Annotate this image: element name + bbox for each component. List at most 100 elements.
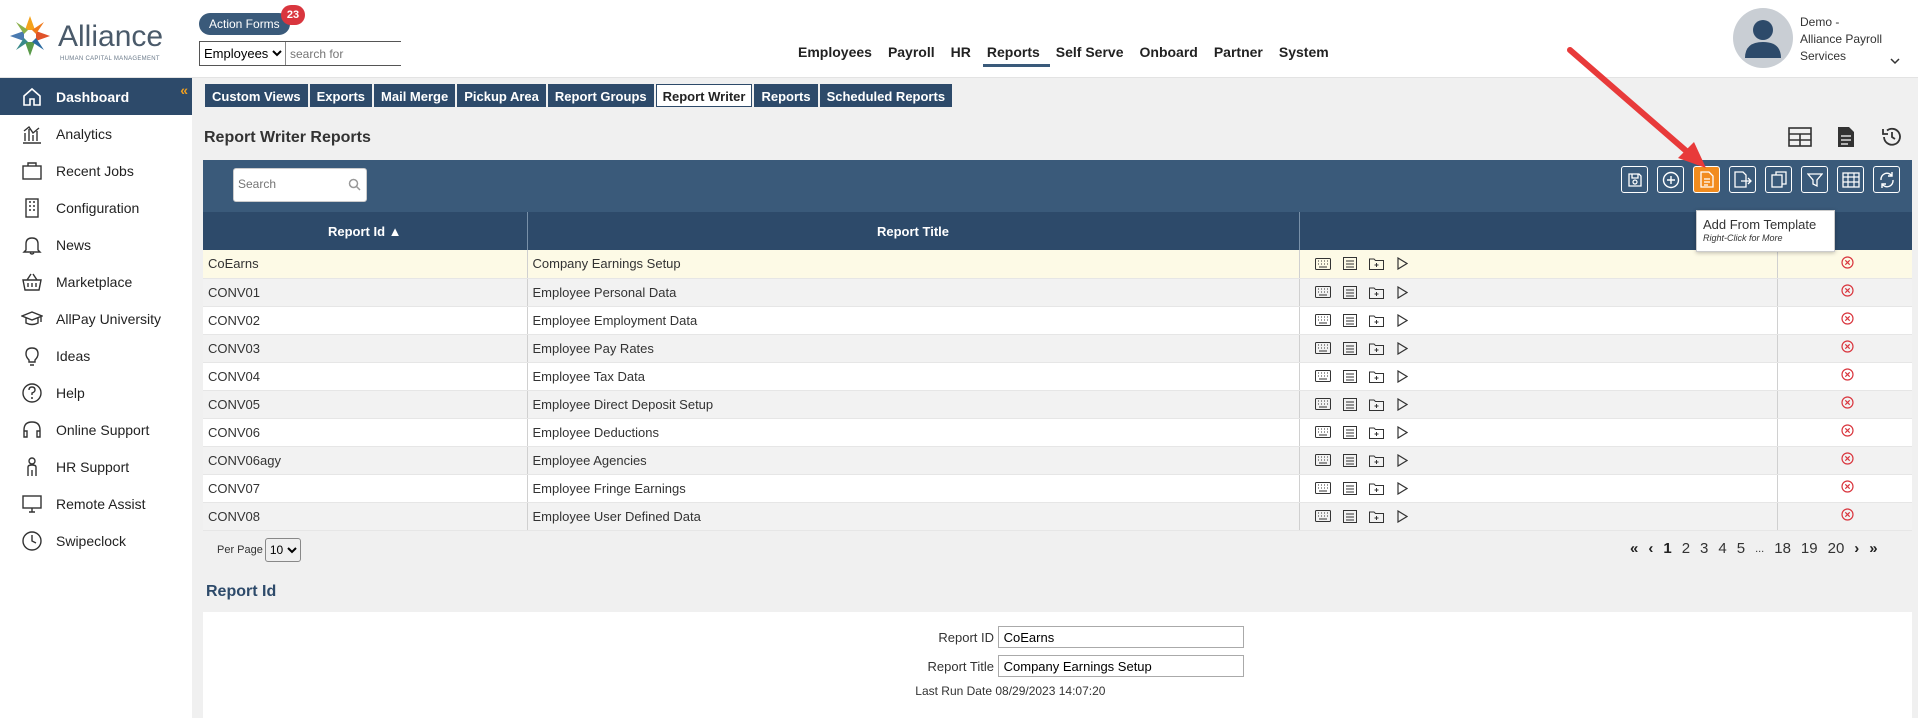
search-icon[interactable]	[348, 178, 361, 194]
delete-icon[interactable]	[1841, 396, 1854, 409]
keyboard-icon[interactable]	[1314, 342, 1331, 354]
page-link[interactable]: 1	[1663, 540, 1671, 557]
table-row[interactable]: CONV06agy Employee Agencies	[203, 446, 1912, 475]
table-row[interactable]: CONV08 Employee User Defined Data	[203, 502, 1912, 531]
cell-report-id[interactable]: CONV02	[203, 306, 528, 335]
play-icon[interactable]	[1396, 481, 1408, 495]
tab-reports[interactable]: Reports	[754, 84, 818, 107]
list-icon[interactable]	[1342, 285, 1357, 299]
sidebar-item-online-support[interactable]: Online Support	[0, 411, 192, 448]
page-link[interactable]: 19	[1801, 540, 1818, 557]
history-icon[interactable]	[1879, 124, 1905, 150]
nav-employees[interactable]: Employees	[790, 44, 880, 60]
tab-exports[interactable]: Exports	[309, 84, 373, 107]
keyboard-icon[interactable]	[1314, 286, 1331, 298]
cell-report-id[interactable]: CONV06agy	[203, 446, 528, 475]
page-link[interactable]: 20	[1828, 540, 1845, 557]
tab-custom-views[interactable]: Custom Views	[205, 84, 308, 107]
export-button[interactable]	[1729, 166, 1756, 193]
cell-report-id[interactable]: CoEarns	[203, 250, 528, 279]
keyboard-icon[interactable]	[1314, 370, 1331, 382]
nav-self-serve[interactable]: Self Serve	[1048, 44, 1132, 60]
cell-report-id[interactable]: CONV04	[203, 362, 528, 391]
delete-icon[interactable]	[1841, 284, 1854, 297]
list-icon[interactable]	[1342, 369, 1357, 383]
list-icon[interactable]	[1342, 257, 1357, 271]
delete-icon[interactable]	[1841, 312, 1854, 325]
cell-report-title[interactable]: Employee Agencies	[527, 446, 1300, 475]
cell-report-title[interactable]: Employee Deductions	[527, 418, 1300, 447]
page-link[interactable]: 4	[1718, 540, 1726, 557]
nav-onboard[interactable]: Onboard	[1132, 44, 1206, 60]
page-link[interactable]: 18	[1774, 540, 1791, 557]
grid-view-icon[interactable]	[1787, 124, 1813, 150]
sidebar-item-remote-assist[interactable]: Remote Assist	[0, 485, 192, 522]
play-icon[interactable]	[1396, 257, 1408, 271]
table-row[interactable]: CONV06 Employee Deductions	[203, 418, 1912, 447]
list-icon[interactable]	[1342, 509, 1357, 523]
nav-system[interactable]: System	[1271, 44, 1337, 60]
list-icon[interactable]	[1342, 313, 1357, 327]
table-row[interactable]: CONV01 Employee Personal Data	[203, 278, 1912, 307]
table-row[interactable]: CoEarns Company Earnings Setup	[203, 250, 1912, 279]
play-icon[interactable]	[1396, 369, 1408, 383]
play-icon[interactable]	[1396, 313, 1408, 327]
play-icon[interactable]	[1396, 509, 1408, 523]
tab-pickup-area[interactable]: Pickup Area	[457, 84, 546, 107]
tab-report-writer[interactable]: Report Writer	[655, 84, 753, 107]
cell-report-title[interactable]: Employee Tax Data	[527, 362, 1300, 391]
sidebar-item-dashboard[interactable]: Dashboard «	[0, 78, 192, 115]
keyboard-icon[interactable]	[1314, 482, 1331, 494]
column-header-report-title[interactable]: Report Title	[527, 212, 1300, 250]
page-link[interactable]: 2	[1682, 540, 1690, 557]
folder-icon[interactable]	[1368, 286, 1384, 299]
play-icon[interactable]	[1396, 425, 1408, 439]
sidebar-item-news[interactable]: News	[0, 226, 192, 263]
columns-button[interactable]	[1837, 166, 1864, 193]
document-icon[interactable]	[1833, 124, 1859, 150]
sidebar-item-analytics[interactable]: Analytics	[0, 115, 192, 152]
cell-report-title[interactable]: Employee User Defined Data	[527, 502, 1300, 531]
folder-icon[interactable]	[1368, 257, 1384, 271]
delete-icon[interactable]	[1841, 340, 1854, 353]
list-icon[interactable]	[1342, 425, 1357, 439]
folder-icon[interactable]	[1368, 342, 1384, 355]
list-icon[interactable]	[1342, 397, 1357, 411]
cell-report-id[interactable]: CONV05	[203, 390, 528, 419]
folder-icon[interactable]	[1368, 454, 1384, 467]
keyboard-icon[interactable]	[1314, 398, 1331, 410]
cell-report-title[interactable]: Company Earnings Setup	[527, 250, 1300, 279]
keyboard-icon[interactable]	[1314, 510, 1331, 522]
cell-report-title[interactable]: Employee Direct Deposit Setup	[527, 390, 1300, 419]
delete-icon[interactable]	[1841, 452, 1854, 465]
play-icon[interactable]	[1396, 397, 1408, 411]
table-row[interactable]: CONV07 Employee Fringe Earnings	[203, 474, 1912, 503]
alliance-logo[interactable]: Alliance HUMAN CAPITAL MANAGEMENT	[8, 14, 168, 62]
page-link[interactable]: 3	[1700, 540, 1708, 557]
cell-report-id[interactable]: CONV06	[203, 418, 528, 447]
chevron-down-icon[interactable]	[1890, 54, 1900, 68]
column-header-report-id[interactable]: Report Id ▲	[203, 212, 528, 250]
delete-icon[interactable]	[1841, 480, 1854, 493]
play-icon[interactable]	[1396, 285, 1408, 299]
cell-report-title[interactable]: Employee Pay Rates	[527, 334, 1300, 363]
folder-icon[interactable]	[1368, 314, 1384, 327]
folder-icon[interactable]	[1368, 370, 1384, 383]
delete-icon[interactable]	[1841, 368, 1854, 381]
list-icon[interactable]	[1342, 341, 1357, 355]
table-row[interactable]: CONV03 Employee Pay Rates	[203, 334, 1912, 363]
refresh-button[interactable]	[1873, 166, 1900, 193]
grid-search-input[interactable]	[238, 177, 346, 191]
nav-partner[interactable]: Partner	[1206, 44, 1271, 60]
keyboard-icon[interactable]	[1314, 426, 1331, 438]
tab-mail-merge[interactable]: Mail Merge	[374, 84, 456, 107]
folder-icon[interactable]	[1368, 482, 1384, 495]
table-row[interactable]: CONV02 Employee Employment Data	[203, 306, 1912, 335]
report-title-input[interactable]	[997, 655, 1244, 677]
cell-report-title[interactable]: Employee Employment Data	[527, 306, 1300, 335]
folder-icon[interactable]	[1368, 398, 1384, 411]
sidebar-item-help[interactable]: Help	[0, 374, 192, 411]
action-forms-button[interactable]: Action Forms	[199, 13, 290, 35]
nav-reports[interactable]: Reports	[979, 44, 1050, 67]
sidebar-item-configuration[interactable]: Configuration	[0, 189, 192, 226]
